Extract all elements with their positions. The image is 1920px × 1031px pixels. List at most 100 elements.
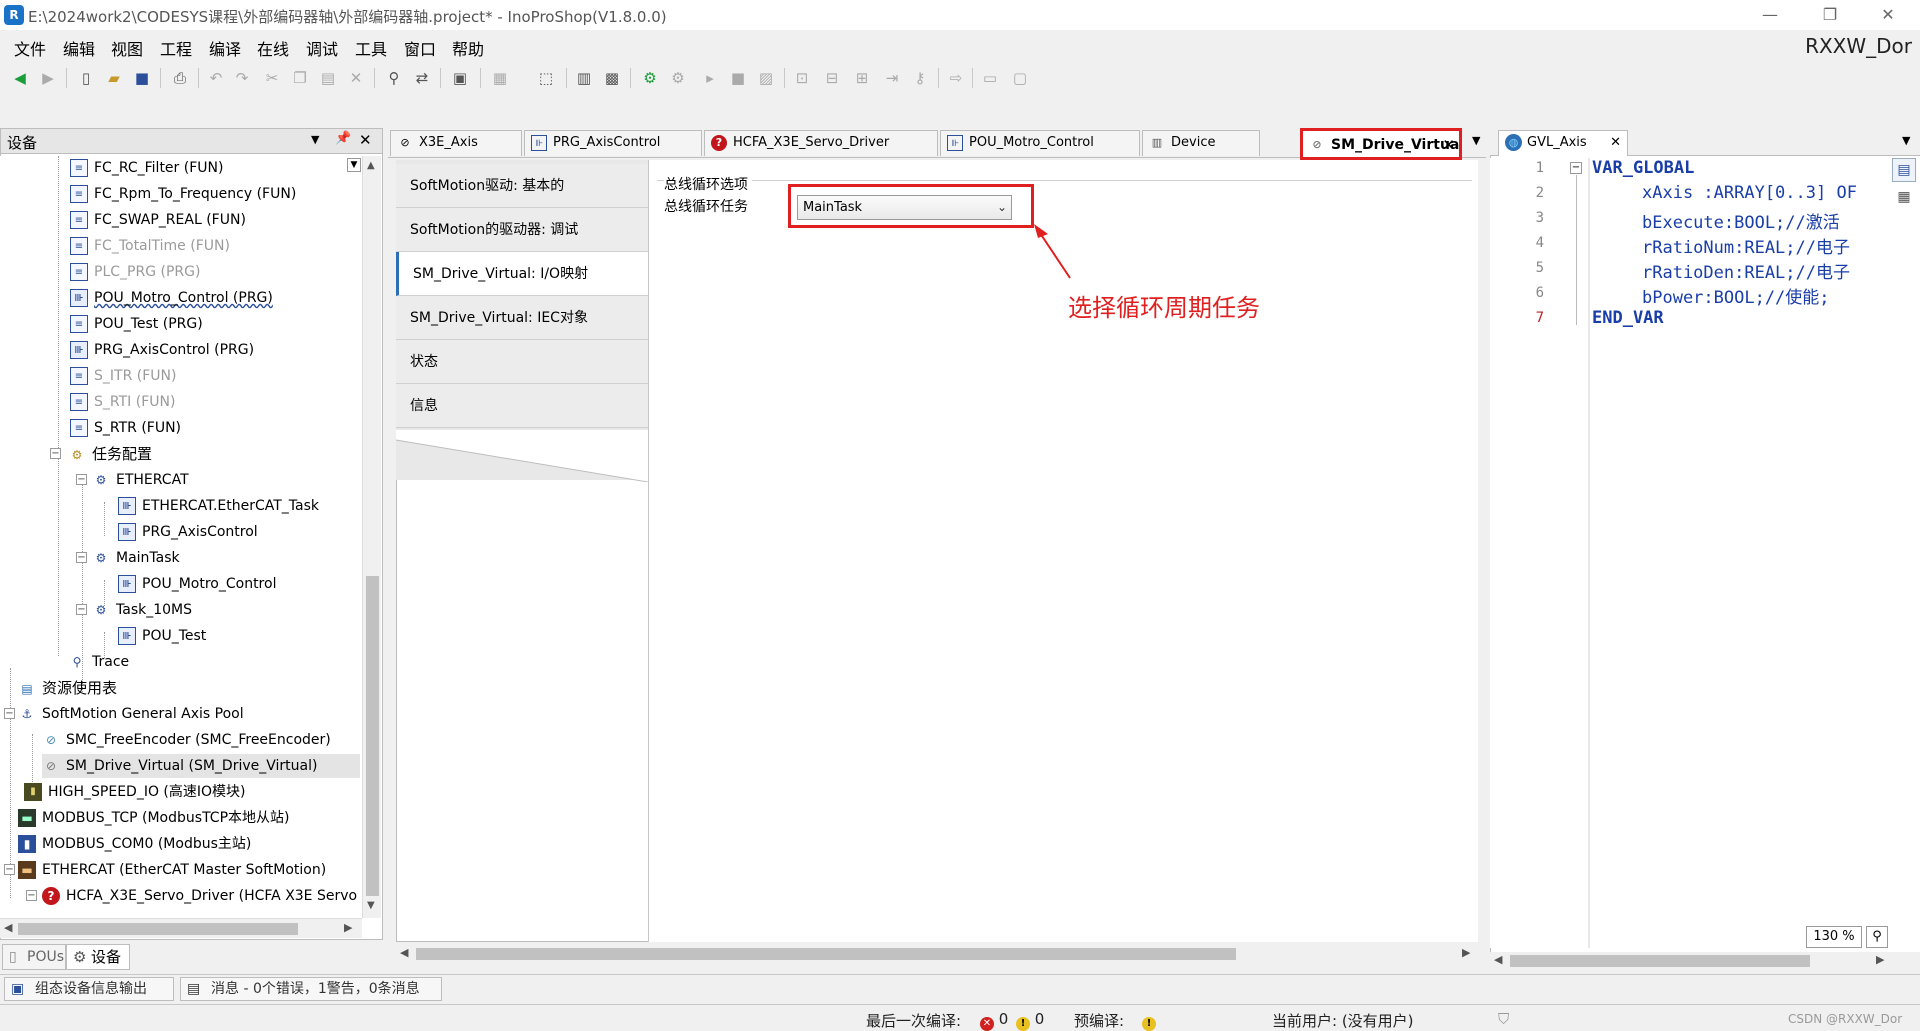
tab-gvl-axis[interactable]: ◍ GVL_Axis ✕	[1498, 130, 1628, 156]
declaration-view-icon[interactable]: ▤	[1892, 158, 1916, 182]
side-tab-info[interactable]: 信息	[396, 384, 648, 428]
tree-item-modbus-com0[interactable]: ▮ MODBUS_COM0 (Modbus主站)	[18, 832, 251, 856]
gvl-horizontal-scrollbar[interactable]: ◀ ▶	[1490, 952, 1920, 970]
tree-item-fc-swap-real[interactable]: ≡ FC_SWAP_REAL (FUN)	[70, 208, 246, 232]
run-icon[interactable]: ▸	[700, 68, 720, 88]
collapse-icon[interactable]: −	[50, 448, 61, 459]
forward-icon[interactable]: ▶	[38, 68, 58, 88]
download-icon[interactable]: ▩	[602, 68, 622, 88]
tree-item-ethercat-ethercat-task[interactable]: ⊪ ETHERCAT.EtherCAT_Task	[118, 494, 319, 518]
cut-icon[interactable]: ✂	[262, 68, 282, 88]
tab-device-info-output[interactable]: ▣ 组态设备信息输出	[4, 977, 174, 1001]
collapse-icon[interactable]: −	[26, 890, 37, 901]
collapse-icon[interactable]: −	[76, 552, 87, 563]
tree-item-ethercat-task[interactable]: ⚙ ETHERCAT	[92, 468, 189, 492]
copy-icon[interactable]: ❐	[290, 68, 310, 88]
error-count[interactable]: ✕ 0	[980, 1010, 1008, 1031]
tree-vertical-scrollbar[interactable]: ▲ ▼	[362, 156, 381, 918]
panel-close-icon[interactable]: ✕	[359, 131, 372, 149]
tree-item-high-speed-io[interactable]: ▮ HIGH_SPEED_IO (高速IO模块)	[24, 780, 246, 804]
side-tab-softmotion-basic[interactable]: SoftMotion驱动: 基本的	[396, 164, 648, 208]
scroll-down-icon[interactable]: ▼	[367, 900, 375, 911]
shield-icon[interactable]: ⛉	[1498, 1010, 1509, 1028]
tree-item-sm-drive-virtual[interactable]: ⊘ SM_Drive_Virtual (SM_Drive_Virtual)	[42, 754, 360, 778]
clean-icon[interactable]: ⬚	[536, 68, 556, 88]
close-window-button[interactable]: ✕	[1868, 3, 1908, 27]
scroll-left-icon[interactable]: ◀	[1494, 953, 1502, 966]
tab-close-icon[interactable]: ✕	[1442, 131, 1455, 157]
scroll-right-icon[interactable]: ▶	[344, 921, 352, 934]
precompile-warning-icon[interactable]: !	[1142, 1017, 1156, 1031]
tree-item-s-rti[interactable]: ≡ S_RTI (FUN)	[70, 390, 175, 414]
tab-list-dropdown-icon[interactable]: ▼	[1902, 134, 1910, 147]
force-icon[interactable]: ⚷	[910, 68, 930, 88]
menu-help[interactable]: 帮助	[452, 36, 484, 60]
panel-dropdown-icon[interactable]: ▼	[311, 133, 319, 146]
step-over-icon[interactable]: ⊟	[822, 68, 842, 88]
zoom-icon[interactable]: ⚲	[1866, 926, 1888, 948]
build-icon[interactable]: ▦	[490, 68, 510, 88]
collapse-icon[interactable]: −	[76, 604, 87, 615]
side-tab-io-mapping[interactable]: SM_Drive_Virtual: I/O映射	[396, 252, 648, 296]
tree-item-s-itr[interactable]: ≡ S_ITR (FUN)	[70, 364, 176, 388]
tree-item-ethercat-master[interactable]: ▬ ETHERCAT (EtherCAT Master SoftMotion)	[18, 858, 326, 882]
scrollbar-thumb[interactable]	[18, 923, 298, 935]
table-view-icon[interactable]: ▦	[1892, 186, 1916, 210]
tree-item-pou-motro-control[interactable]: ⊪ POU_Motro_Control (PRG)	[70, 286, 273, 310]
menu-debug[interactable]: 调试	[306, 36, 338, 60]
select-all-icon[interactable]: ▣	[450, 68, 470, 88]
minimize-button[interactable]: —	[1750, 3, 1790, 27]
tab-list-dropdown-icon[interactable]: ▼	[1472, 134, 1480, 147]
tree-item-task-10ms[interactable]: ⚙ Task_10MS	[92, 598, 192, 622]
menu-online[interactable]: 在线	[257, 36, 289, 60]
undo-icon[interactable]: ↶	[206, 68, 226, 88]
print-icon[interactable]: ⎙	[170, 68, 190, 88]
tree-item-modbus-tcp[interactable]: ▬ MODBUS_TCP (ModbusTCP本地从站)	[18, 806, 289, 830]
restore-button[interactable]: ❐	[1810, 3, 1850, 27]
tree-item-s-rtr[interactable]: ≡ S_RTR (FUN)	[70, 416, 181, 440]
replace-icon[interactable]: ⇄	[412, 68, 432, 88]
scroll-left-icon[interactable]: ◀	[4, 921, 12, 934]
tree-item-pou-motro-control-call[interactable]: ⊪ POU_Motro_Control	[118, 572, 276, 596]
tab-pous[interactable]: ▯ POUs	[2, 944, 66, 970]
tree-item-fc-rpm-to-frequency[interactable]: ≡ FC_Rpm_To_Frequency (FUN)	[70, 182, 296, 206]
redo-icon[interactable]: ↷	[232, 68, 252, 88]
tab-hcfa-x3e-servo-driver[interactable]: ? HCFA_X3E_Servo_Driver	[704, 130, 938, 156]
step-into-icon[interactable]: ⊞	[852, 68, 872, 88]
stop-icon[interactable]: ■	[728, 68, 748, 88]
step-out-icon[interactable]: ⇥	[882, 68, 902, 88]
reset-icon[interactable]: ▨	[756, 68, 776, 88]
scrollbar-thumb[interactable]	[366, 576, 379, 896]
find-icon[interactable]: ⚲	[384, 68, 404, 88]
scrollbar-thumb[interactable]	[416, 948, 1236, 960]
side-tab-status[interactable]: 状态	[396, 340, 648, 384]
collapse-icon[interactable]: −	[4, 708, 15, 719]
menu-edit[interactable]: 编辑	[63, 36, 95, 60]
login-icon[interactable]: ⚙	[640, 68, 660, 88]
scroll-right-icon[interactable]: ▶	[1462, 946, 1470, 959]
breakpoint-icon[interactable]: ⊡	[792, 68, 812, 88]
tree-item-softmotion-axis-pool[interactable]: ⚓ SoftMotion General Axis Pool	[18, 702, 244, 726]
tab-close-icon[interactable]: ✕	[1610, 131, 1621, 155]
code-editor[interactable]: VAR_GLOBAL xAxis :ARRAY[0..3] OF bExecut…	[1590, 158, 1890, 938]
monitor-icon[interactable]: ▭	[980, 68, 1000, 88]
paste-icon[interactable]: ▤	[318, 68, 338, 88]
menu-window[interactable]: 窗口	[404, 36, 436, 60]
tab-device[interactable]: ▥ Device	[1142, 130, 1260, 156]
delete-icon[interactable]: ✕	[346, 68, 366, 88]
tree-item-fc-rc-filter[interactable]: ≡ FC_RC_Filter (FUN)	[70, 156, 223, 180]
tree-item-prg-axiscontrol-call[interactable]: ⊪ PRG_AxisControl	[118, 520, 258, 544]
tree-item-maintask[interactable]: ⚙ MainTask	[92, 546, 180, 570]
tree-item-smc-freeencoder[interactable]: ⊘ SMC_FreeEncoder (SMC_FreeEncoder)	[42, 728, 331, 752]
editor-horizontal-scrollbar[interactable]: ◀ ▶	[396, 944, 1478, 964]
tree-item-task-config[interactable]: ⚙ 任务配置	[68, 442, 152, 466]
menu-build[interactable]: 编译	[209, 36, 241, 60]
menu-view[interactable]: 视图	[111, 36, 143, 60]
warning-count[interactable]: ! 0	[1016, 1010, 1044, 1031]
online-config-icon[interactable]: ▢	[1010, 68, 1030, 88]
menu-project[interactable]: 工程	[160, 36, 192, 60]
save-icon[interactable]: ■	[132, 68, 152, 88]
scroll-up-icon[interactable]: ▲	[367, 160, 375, 171]
menu-file[interactable]: 文件	[14, 36, 46, 60]
tree-item-plc-prg[interactable]: ≡ PLC_PRG (PRG)	[70, 260, 200, 284]
